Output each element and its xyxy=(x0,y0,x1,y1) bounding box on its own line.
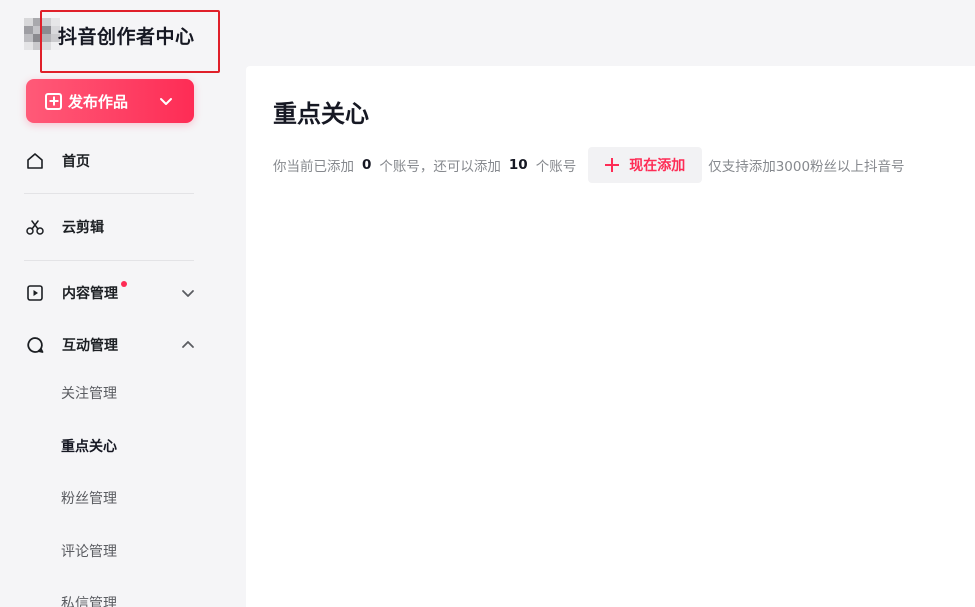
sidebar-divider xyxy=(24,260,194,261)
main-panel: 重点关心 你当前已添加 0 个账号，还可以添加 10 个账号 现在添加 仅支持添… xyxy=(246,66,975,607)
chevron-down-icon[interactable] xyxy=(158,93,174,109)
add-now-button[interactable]: 现在添加 xyxy=(588,147,703,183)
sidebar-item-home[interactable]: 首页 xyxy=(24,146,196,176)
publish-button[interactable]: 发布作品 xyxy=(26,79,194,123)
sidebar-subitem-message-management[interactable]: 私信管理 xyxy=(61,593,117,607)
sidebar-subitem-follow-management[interactable]: 关注管理 xyxy=(61,383,117,405)
scissors-icon xyxy=(24,216,46,238)
add-now-label: 现在添加 xyxy=(629,158,686,174)
info-suffix: 个账号 xyxy=(535,159,577,175)
chevron-down-icon[interactable] xyxy=(180,285,196,301)
brand-title: 抖音创作者中心 xyxy=(58,26,195,48)
sidebar-item-interaction-management[interactable]: 互动管理 xyxy=(24,330,196,360)
sidebar-item-cloud-edit[interactable]: 云剪辑 xyxy=(24,212,196,242)
sidebar-divider xyxy=(24,193,194,194)
info-mid: 个账号，还可以添加 xyxy=(379,159,501,175)
brand-logo xyxy=(24,18,60,50)
account-info-row: 你当前已添加 0 个账号，还可以添加 10 个账号 现在添加 仅支持添加3000… xyxy=(273,147,905,183)
play-square-icon xyxy=(24,282,46,304)
page-title: 重点关心 xyxy=(273,100,369,128)
publish-button-label: 发布作品 xyxy=(68,92,129,111)
home-icon xyxy=(24,150,46,172)
sidebar: 发布作品 首页 云剪辑 内容管理 互动管理 关注管理 重点关心 粉丝管理 评论管… xyxy=(0,66,220,607)
info-prefix: 你当前已添加 xyxy=(273,159,354,175)
added-count: 0 xyxy=(362,157,372,173)
chevron-up-icon[interactable] xyxy=(180,337,196,353)
remaining-count: 10 xyxy=(508,157,528,173)
sidebar-item-label: 内容管理 xyxy=(62,286,118,302)
plus-square-icon xyxy=(45,92,62,110)
sidebar-subitem-comment-management[interactable]: 评论管理 xyxy=(61,541,117,563)
sidebar-subitem-key-care[interactable]: 重点关心 xyxy=(61,436,117,458)
notification-dot xyxy=(121,281,127,287)
brand-header: 抖音创作者中心 xyxy=(0,0,220,66)
sidebar-item-label: 首页 xyxy=(62,154,90,170)
sidebar-subitem-fans-management[interactable]: 粉丝管理 xyxy=(61,488,117,510)
add-requirement-tip: 仅支持添加3000粉丝以上抖音号 xyxy=(708,159,905,175)
plus-icon xyxy=(605,158,619,172)
app-root: 抖音创作者中心 发布作品 首页 云剪辑 内容管理 互动管理 关注管理 重点关心 … xyxy=(0,0,975,607)
sidebar-item-content-management[interactable]: 内容管理 xyxy=(24,278,196,308)
sidebar-item-label: 互动管理 xyxy=(62,338,118,354)
chat-bubble-icon xyxy=(24,334,46,356)
sidebar-item-label: 云剪辑 xyxy=(62,220,104,236)
